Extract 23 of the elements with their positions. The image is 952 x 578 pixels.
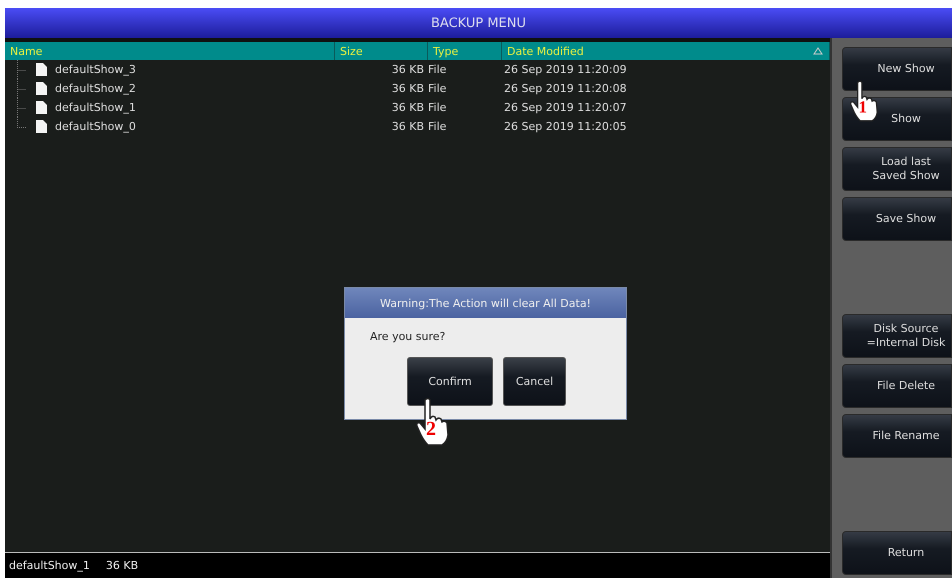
- file-name: defaultShow_1: [55, 101, 136, 114]
- file-date: 26 Sep 2019 11:20:05: [504, 120, 627, 133]
- file-size: 36 KB: [392, 82, 424, 95]
- file-type: File: [428, 82, 446, 95]
- step-number: 1: [858, 98, 867, 116]
- file-type: File: [428, 101, 446, 114]
- file-name: defaultShow_0: [55, 120, 136, 133]
- step-number: 2: [426, 419, 436, 439]
- file-date: 26 Sep 2019 11:20:09: [504, 63, 627, 76]
- status-file-name: defaultShow_1: [9, 559, 90, 572]
- file-size: 36 KB: [392, 120, 424, 133]
- file-type: File: [428, 120, 446, 133]
- file-name: defaultShow_2: [55, 82, 136, 95]
- file-name: defaultShow_3: [55, 63, 136, 76]
- file-size: 36 KB: [392, 63, 424, 76]
- dialog-message: Are you sure?: [369, 329, 446, 345]
- file-type: File: [428, 63, 446, 76]
- file-date: 26 Sep 2019 11:20:08: [504, 82, 627, 95]
- status-file-size: 36 KB: [106, 559, 138, 572]
- file-date: 26 Sep 2019 11:20:07: [504, 101, 627, 114]
- window-title: BACKUP MENU: [5, 8, 952, 38]
- file-size: 36 KB: [392, 101, 424, 114]
- dialog-title: Warning:The Action will clear All Data!: [345, 288, 626, 318]
